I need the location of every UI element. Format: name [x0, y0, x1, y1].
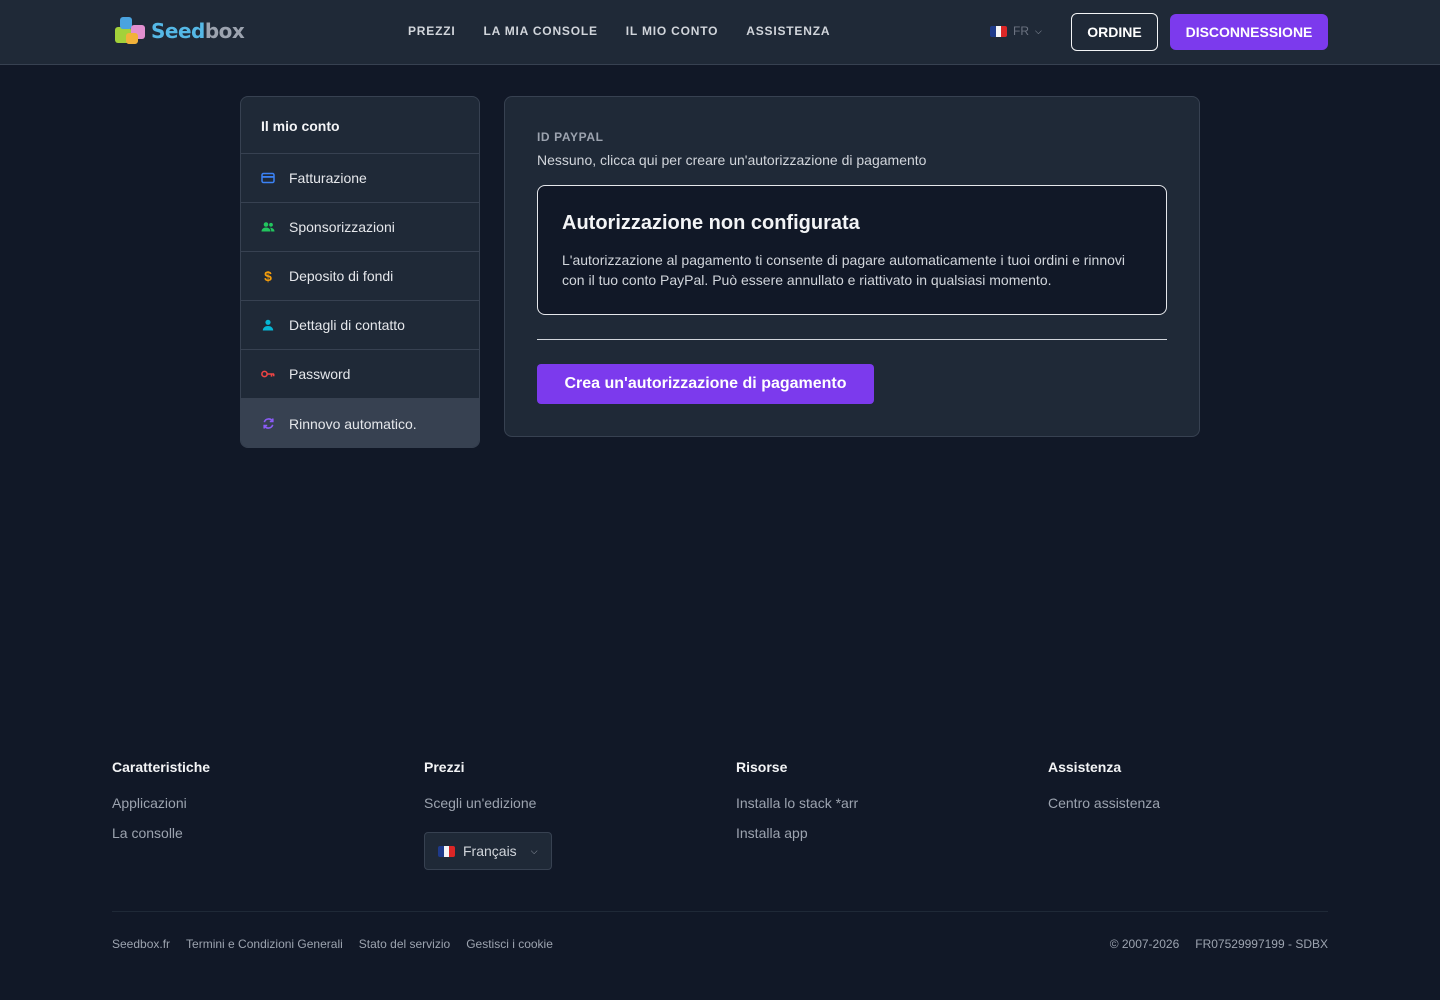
footer-link-choose-edition[interactable]: Scegli un'edizione: [424, 795, 724, 811]
language-select-value: Français: [463, 843, 517, 859]
footer-column-title: Prezzi: [424, 759, 465, 775]
sidebar-item-sponsorships[interactable]: Sponsorizzazioni: [241, 203, 479, 252]
users-icon: [261, 220, 275, 234]
logo-cubes-icon: [113, 15, 149, 47]
paypal-id-value[interactable]: Nessuno, clicca qui per creare un'autori…: [537, 152, 926, 168]
footer-link-help-center[interactable]: Centro assistenza: [1048, 795, 1348, 811]
sidebar-item-billing[interactable]: Fatturazione: [241, 154, 479, 203]
sidebar-item-label: Rinnovo automatico.: [289, 415, 417, 432]
sidebar-item-deposit[interactable]: $ Deposito di fondi: [241, 252, 479, 301]
footer-column-resources: Risorse Installa lo stack *arr Installa …: [736, 759, 1036, 841]
sidebar-item-label: Sponsorizzazioni: [289, 219, 395, 235]
order-button[interactable]: ORDINE: [1071, 13, 1158, 51]
french-flag-icon: [990, 25, 1007, 37]
main-nav: PREZZI LA MIA CONSOLE IL MIO CONTO ASSIS…: [408, 24, 830, 38]
notice-body: L'autorizzazione al pagamento ti consent…: [562, 252, 1126, 288]
footer-link-home[interactable]: Seedbox.fr: [112, 937, 170, 951]
language-select[interactable]: Français ⌵: [424, 832, 552, 870]
authorization-notice: Autorizzazione non configurata L'autoriz…: [537, 185, 1167, 315]
language-switcher[interactable]: FR ⌵: [990, 24, 1042, 38]
refresh-icon: [261, 417, 275, 431]
footer-link-applications[interactable]: Applicazioni: [112, 795, 412, 811]
sidebar-item-password[interactable]: Password: [241, 350, 479, 399]
language-code: FR: [1013, 24, 1029, 38]
account-sidebar: Il mio conto Fatturazione Sponsorizzazio…: [240, 96, 480, 448]
nav-support[interactable]: ASSISTENZA: [746, 24, 830, 38]
footer-legal: © 2007-2026 FR07529997199 - SDBX: [1110, 937, 1328, 951]
footer-link-terms[interactable]: Termini e Condizioni Generali: [186, 937, 343, 951]
divider: [537, 339, 1167, 340]
chevron-down-icon: ⌵: [530, 845, 538, 856]
chevron-down-icon: ⌵: [1035, 25, 1042, 36]
footer-column-support: Assistenza Centro assistenza: [1048, 759, 1348, 811]
footer-link-arr-stack[interactable]: Installa lo stack *arr: [736, 795, 1036, 811]
sidebar-item-label: Fatturazione: [289, 170, 367, 186]
auto-renewal-card: ID PAYPAL Nessuno, clicca qui per creare…: [504, 96, 1200, 437]
company-id: FR07529997199 - SDBX: [1195, 937, 1328, 951]
footer-column-title: Risorse: [736, 759, 788, 775]
footer-link-cookies[interactable]: Gestisci i cookie: [466, 937, 553, 951]
sidebar-item-auto-renewal[interactable]: Rinnovo automatico.: [241, 399, 479, 447]
credit-card-icon: [261, 171, 275, 185]
footer-column-title: Caratteristiche: [112, 759, 211, 775]
seedbox-logo[interactable]: Seedbox: [113, 15, 245, 47]
footer-bottom-links: Seedbox.fr Termini e Condizioni Generali…: [112, 937, 553, 951]
footer-link-install-apps[interactable]: Installa app: [736, 825, 1036, 841]
sidebar-title: Il mio conto: [241, 97, 479, 154]
footer-divider: [112, 911, 1328, 912]
dollar-icon: $: [264, 268, 272, 284]
sidebar-item-label: Deposito di fondi: [289, 268, 394, 284]
nav-prezzi[interactable]: PREZZI: [408, 24, 455, 38]
user-icon: [261, 318, 275, 332]
nav-console[interactable]: LA MIA CONSOLE: [483, 24, 597, 38]
footer-link-status[interactable]: Stato del servizio: [359, 937, 450, 951]
top-header: Seedbox PREZZI LA MIA CONSOLE IL MIO CON…: [0, 0, 1440, 65]
sidebar-item-label: Dettagli di contatto: [289, 317, 405, 333]
french-flag-icon: [438, 845, 455, 857]
nav-account[interactable]: IL MIO CONTO: [626, 24, 719, 38]
footer-link-console[interactable]: La consolle: [112, 825, 412, 841]
footer-column-title: Assistenza: [1048, 759, 1122, 775]
footer-column-features: Caratteristiche Applicazioni La consolle: [112, 759, 412, 841]
notice-title: Autorizzazione non configurata: [562, 212, 860, 234]
logout-button[interactable]: DISCONNESSIONE: [1170, 14, 1328, 50]
copyright: © 2007-2026: [1109, 937, 1180, 951]
paypal-id-label: ID PAYPAL: [537, 130, 604, 144]
sidebar-item-label: Password: [289, 366, 351, 382]
footer-column-pricing: Prezzi Scegli un'edizione Français ⌵: [424, 759, 724, 870]
create-authorization-button[interactable]: Crea un'autorizzazione di pagamento: [537, 364, 874, 404]
key-icon: [261, 367, 275, 381]
sidebar-item-contact[interactable]: Dettagli di contatto: [241, 301, 479, 350]
